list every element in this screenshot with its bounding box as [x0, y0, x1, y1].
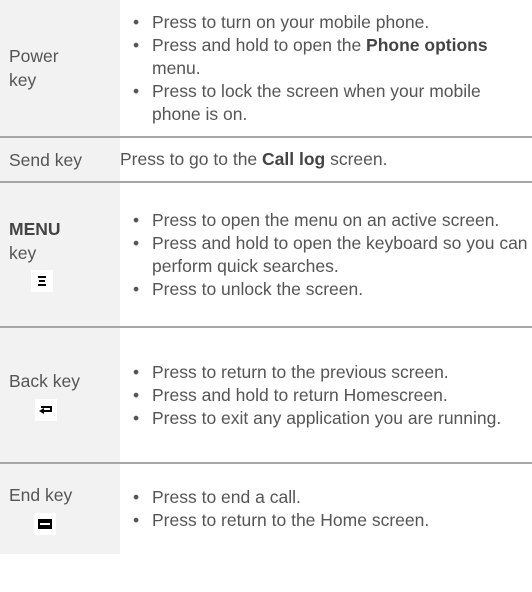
text-segment: screen. — [325, 149, 388, 169]
bullet-list: Press to end a call. Press to return to … — [129, 486, 532, 532]
table-row-power-key: Power key Press to turn on your mobile p… — [0, 0, 532, 137]
key-label: Back key — [9, 370, 80, 391]
list-item: Press to open the menu on an active scre… — [129, 209, 532, 232]
key-label: key — [9, 243, 37, 264]
list-item: Press to exit any application you are ru… — [129, 407, 532, 430]
key-name-cell: End key — [0, 463, 120, 554]
key-name-cell: Power key — [0, 0, 120, 137]
list-item: Press to lock the screen when your mobil… — [129, 80, 532, 126]
text-segment: menu. — [152, 57, 201, 78]
key-name-cell: MENU key — [0, 182, 120, 327]
description-cell: Press to turn on your mobile phone. Pres… — [120, 0, 532, 137]
description-cell: Press to go to the Call log screen. — [120, 137, 532, 182]
list-item: Press to return to the previous screen. — [129, 361, 532, 384]
list-item: Press to unlock the screen. — [129, 278, 532, 301]
back-key-icon — [35, 399, 57, 422]
key-name-cell: Back key — [0, 327, 120, 463]
end-key-icon — [34, 513, 56, 536]
list-item: Press and hold to open the keyboard so y… — [129, 232, 532, 278]
table-row-menu-key: MENU key Press to open the menu on an ac… — [0, 182, 532, 327]
table-row-send-key: Send key Press to go to the Call log scr… — [0, 137, 532, 182]
bullet-list: Press to open the menu on an active scre… — [129, 209, 532, 301]
description-cell: Press to end a call. Press to return to … — [120, 463, 532, 554]
bold-term: Call log — [262, 149, 326, 169]
description-cell: Press to return to the previous screen. … — [120, 327, 532, 463]
text-segment: Press and hold to open the — [152, 34, 367, 55]
list-item: Press to end a call. — [129, 486, 532, 509]
key-label: Send key — [9, 149, 82, 170]
bold-term: Phone options — [366, 34, 488, 55]
bullet-list: Press to return to the previous screen. … — [129, 361, 532, 430]
table-row-end-key: End key Press to end a call. Press to re… — [0, 463, 532, 554]
list-item: Press to return to the Home screen. — [129, 509, 532, 532]
list-item: Press and hold to open the Phone options… — [129, 34, 532, 80]
key-label: MENU — [9, 219, 61, 240]
menu-key-icon — [31, 269, 53, 292]
key-function-table: Power key Press to turn on your mobile p… — [0, 0, 532, 554]
list-item: Press to turn on your mobile phone. — [129, 11, 532, 34]
list-item: Press and hold to return Homescreen. — [129, 384, 532, 407]
description-cell: Press to open the menu on an active scre… — [120, 182, 532, 327]
key-name-cell: Send key — [0, 137, 120, 182]
table-row-back-key: Back key Press to return to the previous… — [0, 327, 532, 463]
key-label: End key — [9, 484, 73, 505]
key-label: Power key — [9, 46, 59, 90]
text-segment: Press to go to the — [120, 149, 263, 169]
bullet-list: Press to turn on your mobile phone. Pres… — [129, 11, 532, 126]
